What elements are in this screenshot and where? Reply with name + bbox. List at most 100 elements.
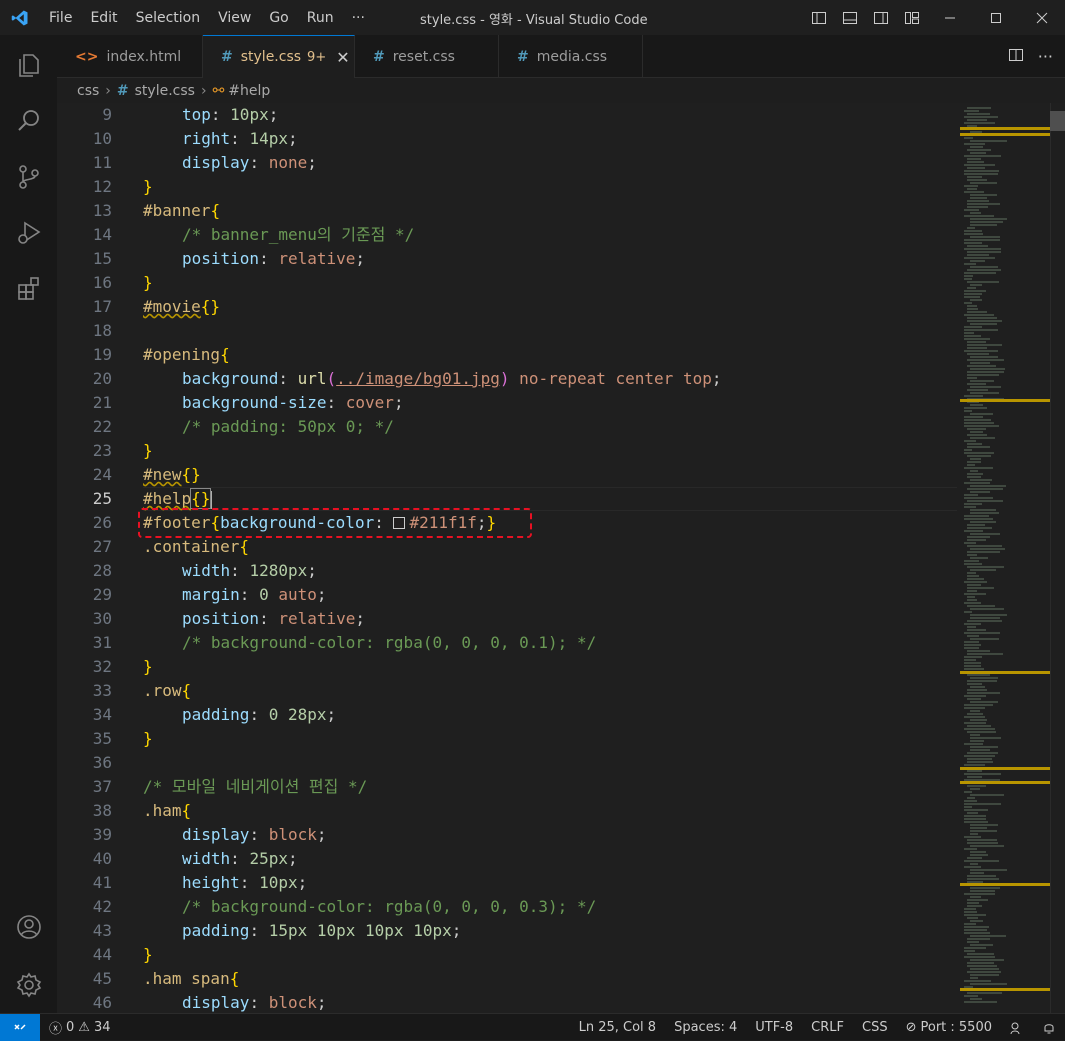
minimap-line	[970, 749, 990, 751]
breadcrumb-symbol[interactable]: #help	[228, 83, 270, 99]
minimap-line	[967, 245, 988, 247]
code-token: :	[230, 561, 250, 580]
menu-go[interactable]: Go	[260, 10, 297, 26]
live-server-port[interactable]: ⊘ Port : 5500	[897, 1020, 1001, 1035]
minimize-button[interactable]	[927, 0, 973, 35]
menu-view[interactable]: View	[209, 10, 260, 26]
minimap-line	[970, 935, 1006, 937]
code-token: :	[278, 369, 298, 388]
maximize-button[interactable]	[973, 0, 1019, 35]
indentation[interactable]: Spaces: 4	[665, 1020, 746, 1035]
minimap-line	[967, 713, 983, 715]
minimap-line	[967, 167, 985, 169]
notifications-bell-icon[interactable]	[1033, 1021, 1065, 1035]
minimap-line	[970, 557, 988, 559]
tab-label: reset.css	[392, 48, 455, 65]
language-mode[interactable]: CSS	[853, 1020, 897, 1035]
code-token: 22	[92, 417, 112, 436]
code-token: ;	[316, 993, 327, 1012]
code-token: }	[143, 441, 153, 460]
code-token: 0 28px	[268, 705, 327, 724]
extensions-icon[interactable]	[0, 261, 57, 317]
css-file-icon: #	[373, 48, 385, 65]
minimap-line	[967, 524, 985, 526]
code-token: ;	[355, 249, 366, 268]
code-token: padding: 15px 10px 10px 10px;	[143, 919, 461, 943]
breadcrumb-file[interactable]: style.css	[135, 83, 195, 99]
scrollbar-thumb[interactable]	[1050, 111, 1065, 131]
minimap-line	[970, 896, 981, 898]
breadcrumb-folder[interactable]: css	[77, 83, 99, 99]
toggle-primary-sidebar-icon[interactable]	[803, 0, 834, 35]
close-window-button[interactable]	[1019, 0, 1065, 35]
code-token: position: relative;	[143, 247, 365, 271]
menu-file[interactable]: File	[40, 10, 81, 26]
menu-edit[interactable]: Edit	[81, 10, 126, 26]
minimap-line	[970, 386, 1001, 388]
menu-selection[interactable]: Selection	[127, 10, 210, 26]
vertical-scrollbar[interactable]	[1050, 103, 1065, 1013]
code-line: 39 display: block;	[57, 823, 957, 847]
tab-reset-css[interactable]: # reset.css	[355, 35, 499, 78]
problems-indicator[interactable]: ⓧ 0 ⚠ 34	[40, 1018, 120, 1037]
settings-gear-icon[interactable]	[0, 957, 57, 1013]
code-token: 15	[92, 249, 112, 268]
run-debug-icon[interactable]	[0, 205, 57, 261]
minimap-line	[970, 485, 1006, 487]
tab-style-css[interactable]: # style.css 9+ ✕	[203, 35, 355, 78]
minimap-line	[967, 389, 988, 391]
minimap-line	[970, 854, 988, 856]
code-token: :	[249, 825, 269, 844]
more-actions-icon[interactable]: ···	[1038, 47, 1053, 66]
minimap-line	[964, 263, 976, 265]
menu-more[interactable]: ···	[343, 10, 374, 26]
minimap-line	[964, 581, 987, 583]
minimap-line	[964, 641, 979, 643]
code-token: 30	[92, 609, 112, 628]
minimap-line	[964, 602, 981, 604]
code-token: 9	[102, 105, 112, 124]
minimap-line	[964, 494, 978, 496]
cursor-position[interactable]: Ln 25, Col 8	[570, 1020, 665, 1035]
feedback-icon[interactable]	[1001, 1021, 1033, 1035]
minimap-line	[964, 230, 982, 232]
split-editor-icon[interactable]	[1008, 47, 1024, 67]
minimap-line	[967, 962, 994, 964]
account-icon[interactable]	[0, 899, 57, 955]
minimap-line	[964, 803, 1001, 805]
code-token: :	[259, 609, 279, 628]
minimap-warning-highlight	[960, 127, 1050, 130]
code-token: :	[230, 849, 250, 868]
minimap-line	[970, 617, 1000, 619]
customize-layout-icon[interactable]	[896, 0, 927, 35]
minimap-line	[967, 629, 986, 631]
remote-indicator-icon[interactable]	[0, 1013, 40, 1041]
encoding[interactable]: UTF-8	[746, 1020, 802, 1035]
minimap-line	[967, 770, 982, 772]
minimap-line	[967, 365, 996, 367]
tab-index-html[interactable]: <> index.html	[57, 35, 203, 78]
minimap-line	[964, 809, 988, 811]
search-icon[interactable]	[0, 93, 57, 149]
close-tab-icon[interactable]: ✕	[336, 48, 349, 67]
code-line: 30 position: relative;	[57, 607, 957, 631]
minimap-line	[970, 404, 983, 406]
explorer-icon[interactable]	[0, 37, 57, 93]
tab-media-css[interactable]: # media.css	[499, 35, 643, 78]
code-token: #banner{	[143, 199, 220, 223]
end-of-line[interactable]: CRLF	[802, 1020, 853, 1035]
menu-run[interactable]: Run	[298, 10, 343, 26]
code-token: background-size: cover;	[143, 391, 404, 415]
source-control-icon[interactable]	[0, 149, 57, 205]
toggle-secondary-sidebar-icon[interactable]	[865, 0, 896, 35]
code-token: 14px	[249, 129, 288, 148]
code-token: 19	[92, 345, 112, 364]
minimap-line	[970, 614, 1007, 616]
minimap-line	[964, 503, 982, 505]
code-token: ;	[355, 609, 366, 628]
minimap-line	[970, 998, 982, 1000]
minimap[interactable]	[960, 103, 1050, 1013]
minimap-line	[970, 863, 978, 865]
toggle-panel-icon[interactable]	[834, 0, 865, 35]
code-editor[interactable]: 9 top: 10px; 10 right: 14px; 11 display: no…	[57, 103, 1065, 1013]
